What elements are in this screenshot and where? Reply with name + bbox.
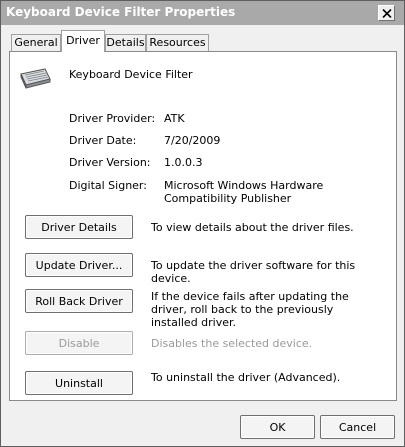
tab-general[interactable]: General [11, 34, 61, 51]
driver-provider-label: Driver Provider: [69, 112, 156, 125]
driver-date-value: 7/20/2009 [164, 134, 221, 147]
driver-version-value: 1.0.0.3 [164, 156, 203, 169]
uninstall-description: To uninstall the driver (Advanced). [151, 371, 341, 384]
digital-signer-value: Microsoft Windows Hardware Compatibility… [164, 179, 324, 205]
roll-back-driver-description: If the device fails after updating the d… [151, 290, 349, 329]
ok-button[interactable]: OK [240, 415, 315, 439]
close-button[interactable] [378, 5, 395, 21]
disable-button: Disable [25, 331, 133, 355]
close-icon [382, 9, 392, 18]
title-bar[interactable]: Keyboard Device Filter Properties [1, 1, 404, 25]
disable-description: Disables the selected device. [151, 337, 313, 350]
tab-details[interactable]: Details [105, 34, 146, 51]
device-name: Keyboard Device Filter [69, 68, 193, 81]
tab-driver[interactable]: Driver [61, 30, 105, 52]
driver-provider-value: ATK [164, 112, 185, 125]
driver-details-button[interactable]: Driver Details [25, 215, 133, 239]
update-driver-button[interactable]: Update Driver... [25, 253, 133, 277]
window-title: Keyboard Device Filter Properties [6, 5, 236, 19]
uninstall-button[interactable]: Uninstall [25, 371, 133, 395]
driver-date-label: Driver Date: [69, 134, 137, 147]
properties-dialog: Keyboard Device Filter Properties Genera… [0, 0, 405, 447]
tab-resources[interactable]: Resources [146, 34, 209, 51]
update-driver-description: To update the driver software for this d… [151, 259, 356, 285]
keyboard-icon [20, 68, 51, 89]
cancel-button[interactable]: Cancel [320, 415, 395, 439]
digital-signer-label: Digital Signer: [69, 179, 147, 192]
driver-version-label: Driver Version: [69, 156, 151, 169]
driver-details-description: To view details about the driver files. [151, 221, 354, 234]
roll-back-driver-button[interactable]: Roll Back Driver [25, 289, 133, 313]
